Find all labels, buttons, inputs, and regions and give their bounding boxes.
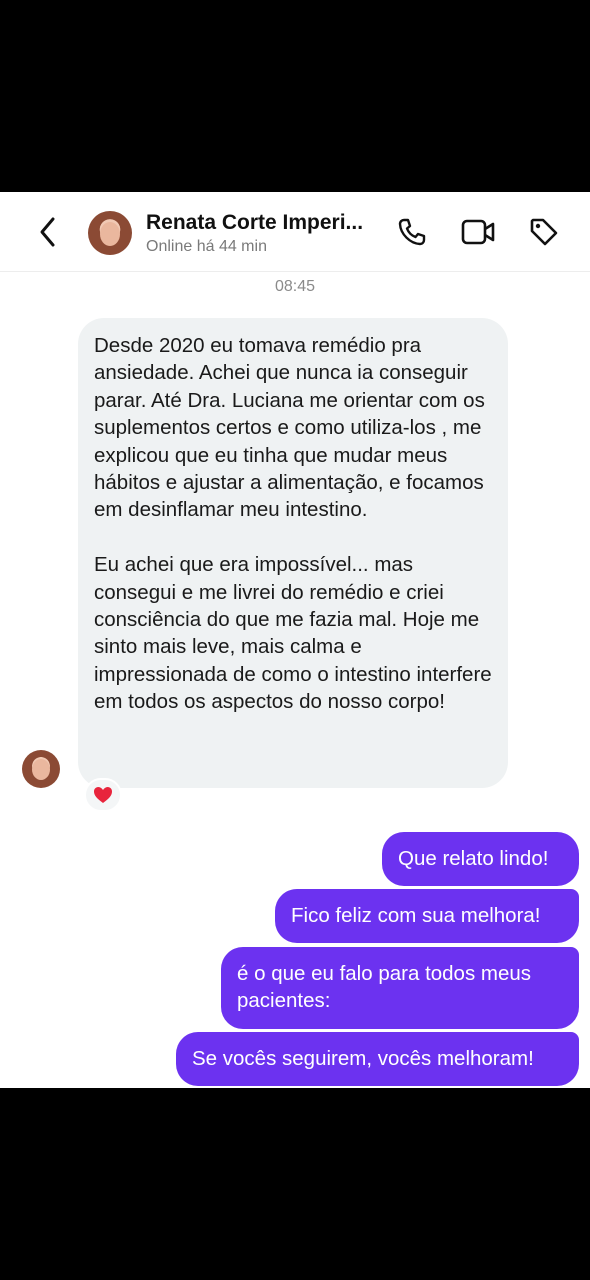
back-chevron-icon: [40, 217, 55, 247]
tag-icon: [530, 218, 558, 246]
contact-name[interactable]: Renata Corte Imperi...: [146, 211, 382, 235]
sender-avatar[interactable]: [22, 750, 60, 788]
outgoing-message[interactable]: Que relato lindo!: [382, 832, 579, 886]
video-camera-icon: [461, 219, 495, 245]
contact-avatar[interactable]: [88, 211, 132, 255]
contact-status: Online há 44 min: [146, 238, 267, 255]
back-button[interactable]: [30, 214, 66, 250]
video-call-button[interactable]: [460, 214, 496, 250]
heart-icon: [94, 787, 112, 803]
incoming-message-paragraph: Desde 2020 eu tomava remédio pra ansieda…: [94, 334, 485, 522]
chat-screen: Renata Corte Imperi... Online há 44 min …: [0, 192, 590, 1088]
phone-icon: [398, 218, 426, 246]
chat-header: Renata Corte Imperi... Online há 44 min: [0, 192, 590, 272]
incoming-message-paragraph: Eu achei que era impossível... mas conse…: [94, 553, 492, 714]
incoming-message[interactable]: Desde 2020 eu tomava remédio pra ansieda…: [78, 318, 508, 788]
message-timestamp: 08:45: [274, 278, 316, 295]
tag-button[interactable]: [526, 214, 562, 250]
outgoing-message[interactable]: é o que eu falo para todos meus paciente…: [221, 947, 579, 1029]
heart-reaction[interactable]: [84, 778, 122, 812]
outgoing-message[interactable]: Fico feliz com sua melhora!: [275, 889, 579, 943]
outgoing-message[interactable]: Se vocês seguirem, vocês melhoram!: [176, 1032, 579, 1086]
call-button[interactable]: [394, 214, 430, 250]
